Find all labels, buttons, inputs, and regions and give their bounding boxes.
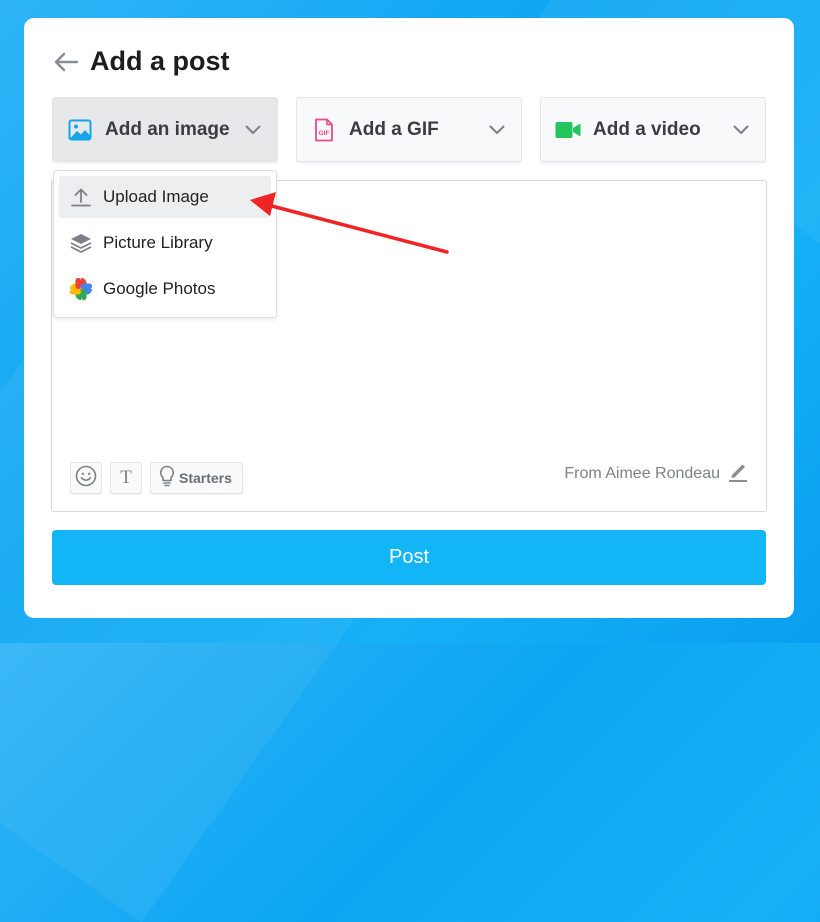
chevron-down-icon (243, 120, 263, 140)
google-photos-icon (69, 277, 93, 301)
tab-add-image[interactable]: Add an image (52, 97, 278, 162)
page-title: Add a post (90, 46, 230, 76)
svg-text:GIF: GIF (319, 130, 330, 137)
upload-icon (69, 185, 93, 209)
starters-button[interactable]: Starters (150, 462, 243, 494)
text-format-icon: T (120, 467, 132, 488)
layers-icon (69, 231, 93, 255)
chevron-down-icon (487, 120, 507, 140)
tab-add-video-label: Add a video (593, 118, 701, 140)
menu-item-upload-image[interactable]: Upload Image (59, 176, 271, 218)
menu-item-label: Google Photos (103, 279, 216, 298)
menu-item-picture-library[interactable]: Picture Library (59, 222, 271, 264)
post-button[interactable]: Post (52, 530, 766, 585)
lightbulb-icon (159, 465, 175, 492)
image-source-dropdown: Upload Image Picture Library Google Phot… (53, 170, 277, 318)
tab-add-gif[interactable]: GIF Add a GIF (296, 97, 522, 162)
tab-add-video[interactable]: Add a video (540, 97, 766, 162)
smiley-icon (75, 465, 97, 492)
menu-item-label: Picture Library (103, 233, 213, 252)
tab-add-gif-label: Add a GIF (349, 118, 439, 140)
emoji-button[interactable] (70, 462, 102, 494)
video-camera-icon (555, 117, 581, 143)
pencil-edit-icon[interactable] (728, 460, 748, 487)
menu-item-label: Upload Image (103, 187, 209, 206)
media-tabs: Add an image GIF Add a GIF Add a video (52, 97, 766, 162)
add-post-card: Add a post Add an image GIF Add a GIF Ad… (24, 18, 794, 618)
image-icon (67, 117, 93, 143)
starters-label: Starters (179, 470, 232, 486)
back-arrow-icon[interactable] (52, 48, 80, 76)
from-author-text: From Aimee Rondeau (564, 464, 720, 482)
menu-item-google-photos[interactable]: Google Photos (59, 268, 271, 310)
header: Add a post (52, 46, 230, 77)
text-format-button[interactable]: T (110, 462, 142, 494)
from-author: From Aimee Rondeau (564, 460, 748, 487)
editor-toolbar: T Starters (70, 462, 243, 494)
chevron-down-icon (731, 120, 751, 140)
tab-add-image-label: Add an image (105, 118, 230, 140)
gif-icon: GIF (311, 117, 337, 143)
